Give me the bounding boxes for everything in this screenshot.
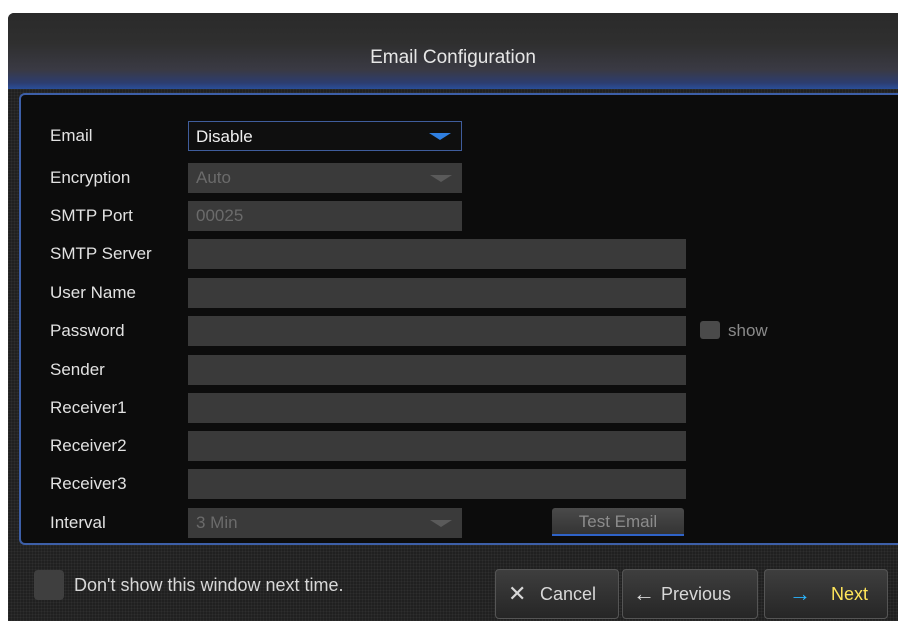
encryption-label: Encryption [50, 168, 131, 187]
previous-button[interactable]: ← Previous [622, 569, 758, 619]
dont-show-checkbox[interactable] [34, 570, 64, 600]
dialog-title: Email Configuration [370, 47, 536, 68]
password-input[interactable] [188, 316, 686, 346]
receiver1-label: Receiver1 [50, 398, 127, 417]
receiver3-label: Receiver3 [50, 474, 127, 493]
smtp-port-input[interactable]: 00025 [188, 201, 462, 231]
test-email-button[interactable]: Test Email [552, 508, 684, 536]
show-password-checkbox[interactable] [700, 321, 720, 339]
interval-label: Interval [50, 513, 106, 532]
interval-select[interactable]: 3 Min [188, 508, 462, 538]
encryption-value: Auto [196, 168, 231, 187]
smtp-server-input[interactable] [188, 239, 686, 269]
smtp-server-label: SMTP Server [50, 244, 152, 263]
encryption-select[interactable]: Auto [188, 163, 462, 193]
next-label: Next [831, 584, 869, 604]
user-name-input[interactable] [188, 278, 686, 308]
email-configuration-dialog: Email Configuration Email Disable Encryp… [8, 13, 898, 621]
receiver2-input[interactable] [188, 431, 686, 461]
chevron-down-icon [430, 520, 452, 527]
form-panel: Email Disable Encryption Auto SMTP Port … [19, 93, 898, 545]
receiver2-label: Receiver2 [50, 436, 127, 455]
cancel-label: Cancel [540, 584, 597, 604]
interval-row: Interval 3 Min Test Email [21, 508, 898, 538]
chevron-down-icon [430, 175, 452, 182]
email-value: Disable [196, 127, 253, 146]
smtp-port-label: SMTP Port [50, 206, 133, 225]
previous-label: Previous [661, 584, 732, 604]
close-icon: ✕ [508, 581, 527, 606]
interval-value: 3 Min [196, 513, 238, 532]
password-row: Password show [21, 316, 898, 346]
next-button[interactable]: → Next [764, 569, 888, 619]
email-label: Email [50, 126, 93, 145]
password-label: Password [50, 321, 125, 340]
arrow-left-icon: ← [633, 581, 655, 606]
sender-label: Sender [50, 360, 105, 379]
cancel-button[interactable]: ✕ Cancel [495, 569, 619, 619]
arrow-right-icon: → [789, 581, 811, 606]
title-bar: Email Configuration [8, 13, 898, 89]
sender-input[interactable] [188, 355, 686, 385]
receiver3-input[interactable] [188, 469, 686, 499]
receiver1-input[interactable] [188, 393, 686, 423]
email-select[interactable]: Disable [188, 121, 462, 151]
user-name-label: User Name [50, 283, 136, 302]
show-password-label: show [728, 321, 768, 340]
chevron-down-icon [429, 133, 451, 140]
dont-show-label: Don't show this window next time. [74, 575, 344, 595]
